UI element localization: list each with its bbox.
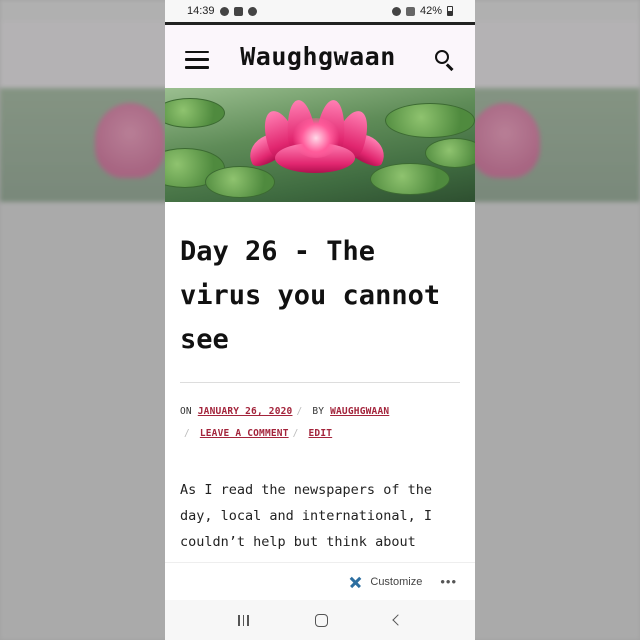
system-nav-bar — [165, 600, 475, 640]
post-meta: On January 26, 2020/ By waughgwaan / Lea… — [180, 406, 390, 439]
edit-link[interactable]: Edit — [308, 428, 332, 439]
leave-comment-link[interactable]: Leave a comment — [200, 428, 289, 439]
site-header: Waughgwaan — [165, 25, 475, 88]
sync-icon — [247, 6, 257, 16]
article: Day 26 - The virus you cannot see On Jan… — [165, 230, 475, 555]
customize-bar: Customize ••• — [165, 562, 475, 600]
alarm-icon — [391, 6, 401, 16]
post-date-link[interactable]: January 26, 2020 — [198, 406, 293, 417]
post-body: As I read the newspapers of the day, loc… — [180, 482, 432, 550]
wifi-icon — [405, 6, 415, 16]
meta-on-label: On — [180, 406, 192, 417]
header-banner-image — [165, 88, 475, 202]
phone-screen: 14:39 42% Waughgwaan Day 26 - The virus … — [165, 0, 475, 640]
notification-icon — [219, 6, 229, 16]
content-fade — [165, 548, 475, 562]
search-icon[interactable] — [433, 48, 457, 72]
hamburger-menu-icon[interactable] — [185, 50, 209, 69]
post-title[interactable]: Day 26 - The virus you cannot see — [180, 230, 460, 362]
backdrop-right — [475, 0, 640, 640]
more-options-icon[interactable]: ••• — [440, 574, 457, 589]
customize-icon — [348, 575, 362, 589]
title-divider — [180, 382, 460, 383]
battery-icon — [447, 6, 453, 16]
author-link[interactable]: waughgwaan — [330, 406, 389, 417]
home-icon[interactable] — [314, 613, 328, 627]
status-time: 14:39 — [187, 5, 215, 17]
customize-button[interactable]: Customize — [370, 576, 422, 588]
meta-by-label: By — [312, 406, 325, 417]
backdrop-left — [0, 0, 165, 640]
site-title[interactable]: Waughgwaan — [209, 42, 433, 71]
back-icon[interactable] — [392, 614, 404, 626]
recent-apps-icon[interactable] — [238, 614, 249, 626]
status-bar: 14:39 42% — [165, 0, 475, 22]
battery-percent: 42% — [419, 5, 442, 17]
app-notification-icon — [233, 6, 243, 16]
